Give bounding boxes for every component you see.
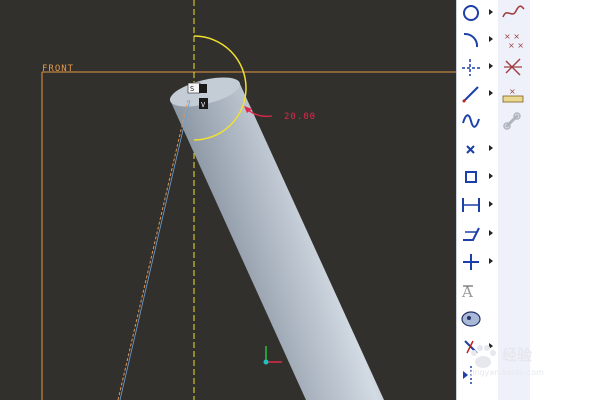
- text-icon: A: [461, 283, 473, 301]
- svg-text:× ×: × ×: [508, 41, 524, 50]
- offset-tool-button[interactable]: [457, 164, 499, 190]
- graphics-viewport[interactable]: S V FRONT 20.00: [0, 0, 456, 400]
- constraint-icon: [463, 254, 479, 270]
- svg-text:×: ×: [509, 87, 516, 96]
- spline-tool-button[interactable]: [457, 108, 499, 134]
- offset-icon: [465, 171, 477, 183]
- constraint-tool-button[interactable]: [457, 249, 499, 275]
- point-cloud-tool-button[interactable]: × × × ×: [498, 27, 530, 53]
- tube-body[interactable]: [170, 84, 384, 400]
- construction-line-2: [119, 99, 191, 400]
- offset-tool-dropdown-icon[interactable]: [489, 173, 493, 179]
- link-icon: [503, 112, 521, 130]
- modify-tool-dropdown-icon[interactable]: [489, 230, 493, 236]
- point-tool-dropdown-icon[interactable]: [489, 145, 493, 151]
- circle-icon: [463, 5, 479, 21]
- centerline-icon: [462, 59, 480, 76]
- palette-icon: [461, 311, 481, 327]
- constraint-tool-dropdown-icon[interactable]: [489, 258, 493, 264]
- line-tool-dropdown-icon[interactable]: [489, 90, 493, 96]
- dimension-value[interactable]: 20.00: [284, 112, 316, 122]
- arc-tool-button[interactable]: [457, 27, 499, 53]
- constraint-marker-2: [199, 84, 207, 93]
- coord-sys-tool-button[interactable]: [498, 54, 530, 80]
- point-tool-button[interactable]: [457, 136, 499, 162]
- circle-tool-button[interactable]: [457, 0, 499, 26]
- sketch-canvas[interactable]: S V: [0, 0, 456, 400]
- text-tool-button[interactable]: A: [457, 278, 499, 304]
- modify-icon: [463, 227, 480, 241]
- watermark-url: jingyan.baidu.com: [470, 368, 544, 377]
- curve-icon: [502, 5, 525, 18]
- ruler-icon: ×: [502, 87, 524, 103]
- front-plane-label: FRONT: [42, 64, 75, 74]
- centerline-tool-button[interactable]: [457, 54, 499, 80]
- link-tool-button[interactable]: [498, 108, 530, 134]
- dimension-icon: [462, 198, 480, 212]
- construction-line: [117, 99, 189, 400]
- triad-origin: [263, 359, 269, 365]
- dimension-tool-button[interactable]: [457, 192, 499, 218]
- arc-icon: [463, 32, 479, 48]
- centerline-tool-dropdown-icon[interactable]: [489, 63, 493, 69]
- modify-tool-button[interactable]: [457, 221, 499, 247]
- dimension-tool-dropdown-icon[interactable]: [489, 201, 493, 207]
- arc-tool-dropdown-icon[interactable]: [489, 36, 493, 42]
- point-cloud-icon: × ×× ×: [504, 32, 524, 50]
- circle-tool-dropdown-icon[interactable]: [489, 9, 493, 15]
- watermark-title: 经验: [502, 346, 533, 364]
- constraint-glyph: S: [190, 85, 194, 93]
- spline-icon: [462, 114, 480, 128]
- ruler-tool-button[interactable]: ×: [498, 81, 530, 107]
- palette-tool-button[interactable]: [457, 306, 499, 332]
- line-icon: [462, 86, 479, 103]
- watermark: 经验 jingyan.baidu.com: [462, 340, 600, 400]
- point-icon: [466, 145, 475, 154]
- svg-text:× ×: × ×: [504, 32, 520, 41]
- curve-tool-button[interactable]: [498, 0, 530, 26]
- coordinate-system-icon: [504, 58, 522, 76]
- line-tool-button[interactable]: [457, 81, 499, 107]
